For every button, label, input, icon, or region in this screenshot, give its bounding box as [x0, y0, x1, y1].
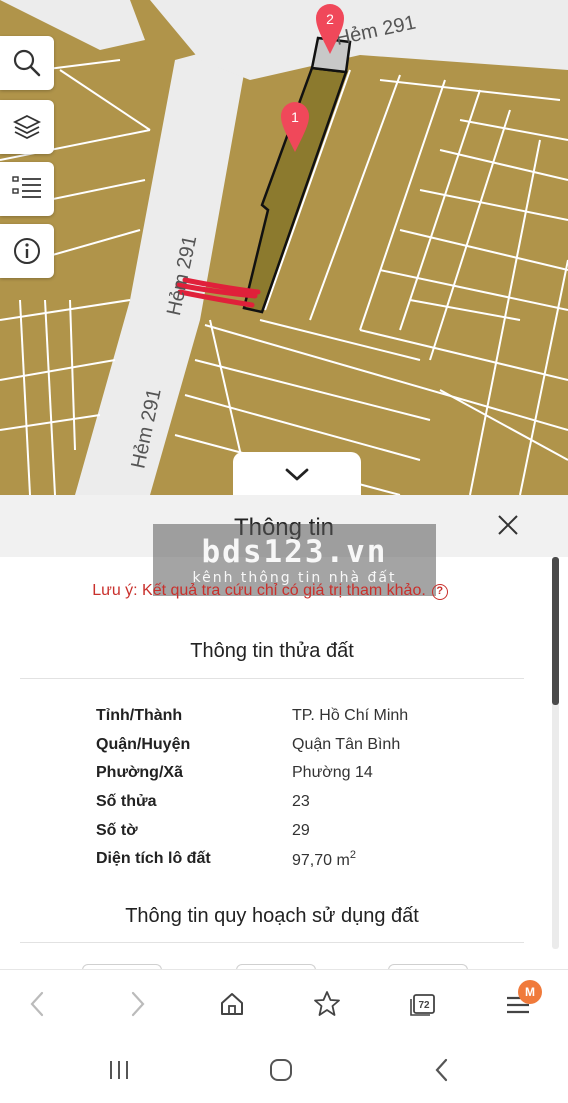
info-row-area: Diện tích lô đất 97,70 m2: [96, 845, 496, 874]
marker-2-label: 2: [326, 11, 334, 27]
info-label: Diện tích lô đất: [96, 850, 211, 868]
panel-title: Thông tin: [233, 514, 335, 541]
map-search-button[interactable]: [0, 36, 54, 90]
map-canvas[interactable]: Hẻm 291 Hẻm 291 Hẻm 291 1 2: [0, 0, 568, 495]
close-icon: [498, 515, 518, 535]
browser-home-button[interactable]: [212, 984, 252, 1024]
map-info-button[interactable]: [0, 224, 54, 278]
home-icon: [221, 993, 243, 1015]
chevron-down-icon: [285, 468, 309, 481]
browser-forward-button[interactable]: [117, 984, 157, 1024]
disclaimer-notice: Lưu ý: Kết quả tra cứu chỉ có giá trị th…: [0, 582, 540, 600]
close-panel-button[interactable]: [494, 511, 522, 539]
info-label: Số tờ: [96, 821, 138, 839]
layers-icon: [12, 114, 42, 140]
browser-tabs-button[interactable]: 72: [403, 984, 443, 1024]
section-title-parcel: Thông tin thửa đất: [190, 640, 354, 662]
map-view[interactable]: Hẻm 291 Hẻm 291 Hẻm 291 1 2: [0, 0, 568, 495]
map-layers-button[interactable]: [0, 100, 54, 154]
system-home-button[interactable]: [261, 1055, 301, 1085]
home-circle-icon: [270, 1059, 292, 1081]
info-label: Số thửa: [96, 793, 157, 811]
back-arrow-icon: [435, 1058, 448, 1082]
area-value: 97,70 m: [292, 851, 350, 869]
help-icon[interactable]: ?: [431, 584, 448, 600]
star-icon: [314, 991, 340, 1016]
info-value: Phường 14: [292, 764, 373, 782]
collapse-panel-button[interactable]: [233, 452, 361, 495]
list-icon: [12, 176, 41, 198]
info-label: Tỉnh/Thành: [96, 707, 183, 725]
info-value: Quận Tân Bình: [292, 735, 401, 753]
info-value: 29: [292, 821, 310, 839]
info-row-parcel-number: Số thửa 23: [96, 788, 496, 817]
map-legend-button[interactable]: [0, 162, 54, 216]
info-label: Quận/Huyện: [96, 735, 191, 753]
info-row-district: Quận/Huyện Quận Tân Bình: [96, 731, 496, 760]
tab-count: 72: [418, 1000, 430, 1011]
marker-1-label: 1: [291, 109, 299, 125]
recent-apps-button[interactable]: [99, 1055, 139, 1085]
system-back-button[interactable]: [422, 1055, 462, 1085]
divider: [20, 942, 524, 943]
search-icon: [13, 49, 41, 77]
chevron-left-icon: [30, 991, 44, 1017]
info-value-area: 97,70 m2: [292, 849, 356, 870]
divider: [20, 678, 524, 679]
parcel-info-table: Tỉnh/Thành TP. Hồ Chí Minh Quận/Huyện Qu…: [96, 702, 496, 874]
browser-toolbar: 72: [0, 969, 568, 1037]
info-value: 23: [292, 793, 310, 811]
menu-badge: M: [518, 980, 542, 1004]
panel-header: Thông tin: [0, 495, 568, 557]
info-value: TP. Hồ Chí Minh: [292, 707, 409, 725]
scrollbar-thumb[interactable]: [552, 557, 559, 705]
section-title-planning: Thông tin quy hoạch sử dụng đất: [125, 905, 419, 927]
info-label: Phường/Xã: [96, 764, 183, 782]
chevron-right-icon: [131, 991, 145, 1017]
info-row-province: Tỉnh/Thành TP. Hồ Chí Minh: [96, 702, 496, 731]
browser-bookmark-button[interactable]: [307, 984, 347, 1024]
disclaimer-text: Lưu ý: Kết quả tra cứu chỉ có giá trị th…: [92, 582, 426, 599]
info-icon: [14, 238, 40, 264]
recents-icon: [110, 1061, 128, 1079]
browser-back-button[interactable]: [18, 984, 58, 1024]
info-row-ward: Phường/Xã Phường 14: [96, 759, 496, 788]
tabs-icon: 72: [410, 994, 435, 1016]
system-navigation-bar: [0, 1037, 568, 1103]
info-row-map-sheet: Số tờ 29: [96, 816, 496, 845]
area-unit-exponent: 2: [349, 848, 356, 861]
